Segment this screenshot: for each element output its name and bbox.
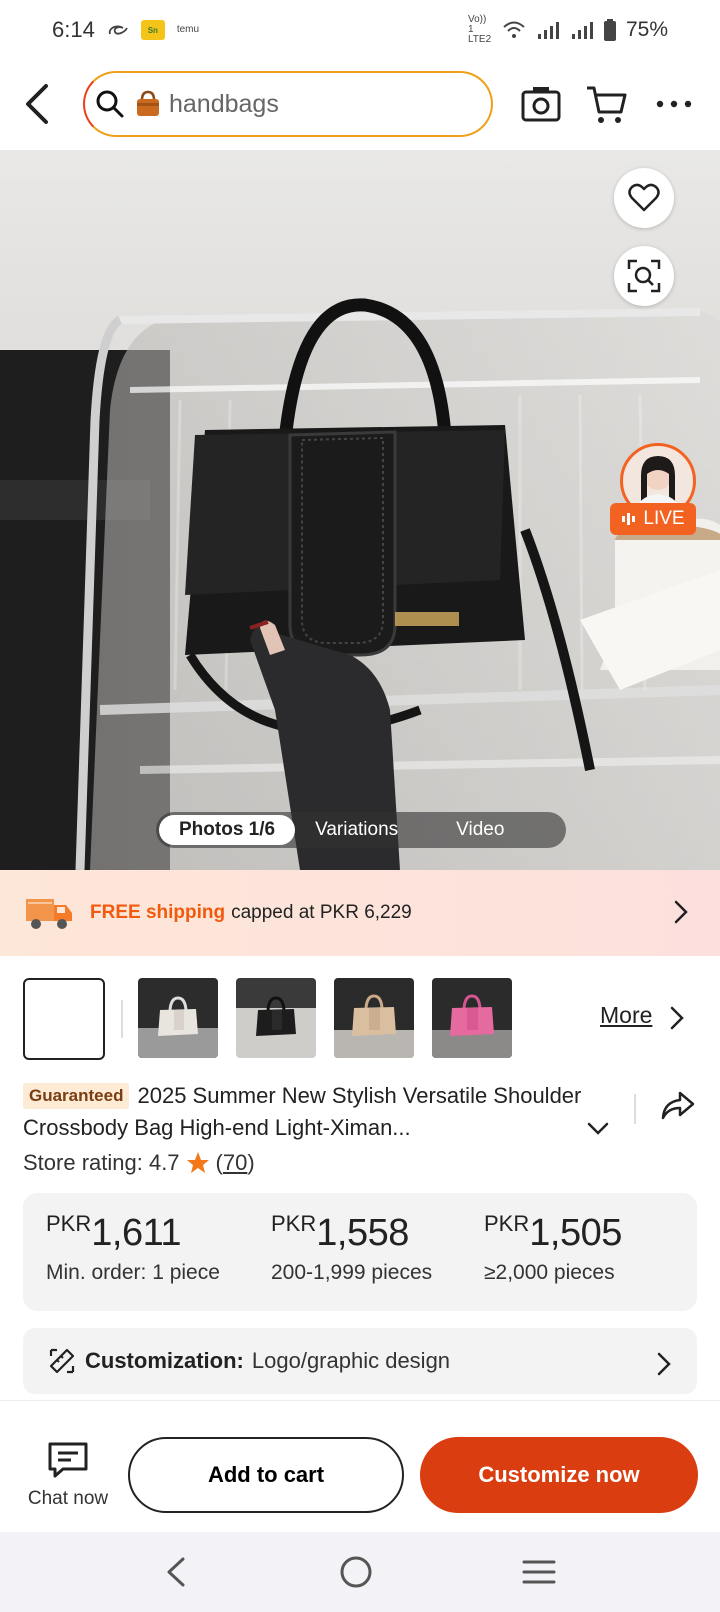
customization-value: Logo/graphic design bbox=[251, 1348, 451, 1373]
variant-thumb-white[interactable] bbox=[138, 978, 218, 1058]
price-tier: PKR1,558 200-1,999 pieces bbox=[271, 1211, 432, 1285]
live-bars-icon bbox=[622, 513, 636, 525]
heart-icon bbox=[628, 183, 660, 212]
live-badge[interactable]: LIVE bbox=[610, 503, 696, 535]
signal-icon-2 bbox=[571, 22, 593, 39]
nav-home-icon[interactable] bbox=[338, 1554, 374, 1590]
star-icon bbox=[186, 1152, 209, 1173]
customize-now-button[interactable]: Customize now bbox=[420, 1437, 698, 1513]
nav-menu-icon[interactable] bbox=[521, 1557, 557, 1587]
chat-icon bbox=[48, 1442, 88, 1478]
selected-variant-thumb[interactable] bbox=[23, 978, 105, 1060]
battery-icon bbox=[603, 19, 616, 41]
product-image-carousel[interactable]: LIVE Photos 1/6 Variations Video bbox=[0, 150, 720, 870]
price-value: 1,505 bbox=[529, 1212, 622, 1254]
price-value: 1,558 bbox=[316, 1212, 409, 1254]
shipping-cap-label: capped at PKR 6,229 bbox=[231, 902, 412, 923]
status-bar: 6:14 Sn temu Vo)) 1 LTE2 75% bbox=[0, 0, 720, 60]
variant-thumb-beige[interactable] bbox=[334, 978, 414, 1058]
alibaba-notif-icon bbox=[108, 25, 128, 35]
free-shipping-label: FREE shipping bbox=[90, 902, 226, 923]
variant-white-image bbox=[138, 978, 218, 1058]
app-notif-icon: Sn bbox=[140, 20, 165, 40]
chevron-down-icon[interactable] bbox=[585, 1120, 611, 1138]
battery-level: 75% bbox=[625, 18, 668, 41]
variant-thumbnails: More bbox=[0, 978, 720, 1060]
cart-icon[interactable] bbox=[584, 82, 628, 126]
price-currency: PKR bbox=[46, 1211, 92, 1236]
customization-key: Customization: bbox=[85, 1348, 244, 1373]
search-query: handbags bbox=[169, 89, 279, 118]
status-time: 6:14 bbox=[52, 17, 95, 42]
chevron-right-icon bbox=[670, 1006, 684, 1030]
title-divider bbox=[634, 1094, 636, 1124]
chat-now-button[interactable]: Chat now bbox=[20, 1441, 116, 1510]
variant-beige-image bbox=[334, 978, 414, 1058]
chevron-right-icon bbox=[657, 1352, 671, 1376]
truck-icon bbox=[26, 899, 72, 929]
store-rating-label: Store rating: 4.7 bbox=[23, 1150, 180, 1175]
handbag-emoji-icon bbox=[137, 90, 159, 116]
more-icon[interactable] bbox=[652, 82, 696, 126]
network-label: Vo)) 1 LTE2 bbox=[467, 14, 492, 45]
system-nav-bar bbox=[0, 1532, 720, 1612]
free-shipping-banner[interactable]: FREE shipping capped at PKR 6,229 bbox=[0, 870, 720, 956]
rating-paren-close: ) bbox=[247, 1150, 255, 1175]
rating-paren-open: ( bbox=[215, 1150, 223, 1175]
header: handbags bbox=[0, 66, 720, 146]
media-tabs: Photos 1/6 Variations Video bbox=[156, 812, 566, 848]
variant-black-image bbox=[236, 978, 316, 1058]
more-variants-link[interactable]: More bbox=[600, 1002, 652, 1029]
live-label: LIVE bbox=[643, 508, 685, 529]
price-value: 1,611 bbox=[91, 1212, 182, 1254]
camera-search-icon[interactable] bbox=[519, 82, 563, 126]
chevron-right-icon bbox=[674, 900, 688, 924]
search-input[interactable]: handbags bbox=[83, 71, 493, 137]
price-quantity: ≥2,000 pieces bbox=[484, 1261, 615, 1284]
share-icon[interactable] bbox=[660, 1090, 696, 1122]
tab-photos[interactable]: Photos 1/6 bbox=[159, 815, 296, 845]
store-rating: Store rating: 4.7 (70) bbox=[23, 1150, 255, 1176]
thumb-divider bbox=[121, 1000, 123, 1038]
variant-pink-image bbox=[432, 978, 512, 1058]
search-icon bbox=[96, 90, 124, 118]
price-quantity: Min. order: 1 piece bbox=[46, 1261, 220, 1284]
rating-count[interactable]: (70) bbox=[216, 1150, 255, 1176]
variant-thumb-black[interactable] bbox=[236, 978, 316, 1058]
bottom-action-bar: Chat now Add to cart Customize now bbox=[0, 1400, 720, 1530]
price-currency: PKR bbox=[484, 1211, 530, 1236]
price-quantity: 200-1,999 pieces bbox=[271, 1261, 433, 1284]
tab-variations[interactable]: Variations bbox=[295, 815, 418, 845]
image-search-button[interactable] bbox=[614, 246, 674, 306]
price-tier: PKR1,505 ≥2,000 pieces bbox=[484, 1211, 622, 1285]
tab-video[interactable]: Video bbox=[436, 815, 524, 845]
variant-thumb-pink[interactable] bbox=[432, 978, 512, 1058]
product-title: Guaranteed 2025 Summer New Stylish Versat… bbox=[23, 1080, 613, 1144]
temu-notif-icon: temu bbox=[176, 24, 200, 35]
favorite-button[interactable] bbox=[614, 168, 674, 228]
add-to-cart-button[interactable]: Add to cart bbox=[128, 1437, 404, 1513]
signal-icon bbox=[537, 22, 559, 39]
wifi-icon bbox=[503, 21, 525, 38]
customization-row[interactable]: Customization: Logo/graphic design bbox=[23, 1328, 697, 1394]
rating-count-value: 70 bbox=[222, 1150, 248, 1175]
price-currency: PKR bbox=[271, 1211, 317, 1236]
guaranteed-badge[interactable]: Guaranteed bbox=[23, 1083, 130, 1109]
price-tiers: PKR1,611 Min. order: 1 piece PKR1,558 20… bbox=[23, 1193, 697, 1311]
customization-icon bbox=[49, 1348, 75, 1374]
nav-back-icon[interactable] bbox=[163, 1555, 191, 1589]
lens-search-icon bbox=[627, 259, 661, 293]
chat-now-label: Chat now bbox=[27, 1488, 109, 1509]
back-icon[interactable] bbox=[18, 80, 58, 128]
price-tier: PKR1,611 Min. order: 1 piece bbox=[46, 1211, 220, 1285]
